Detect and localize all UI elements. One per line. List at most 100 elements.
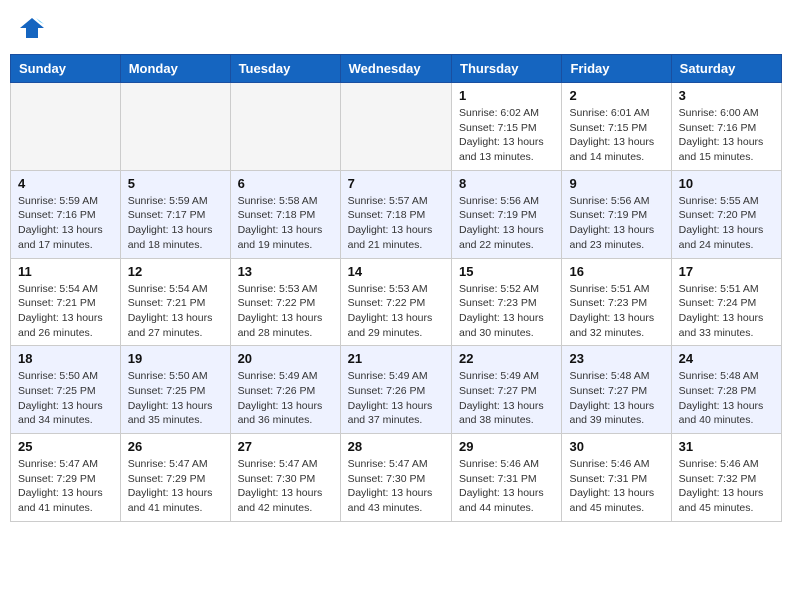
day-number: 3	[679, 88, 774, 103]
logo-icon	[18, 14, 46, 42]
day-number: 19	[128, 351, 223, 366]
day-info: Sunrise: 5:51 AM Sunset: 7:23 PM Dayligh…	[569, 282, 663, 341]
day-number: 28	[348, 439, 444, 454]
day-number: 22	[459, 351, 554, 366]
calendar-cell: 22 Sunrise: 5:49 AM Sunset: 7:27 PM Dayli…	[452, 346, 562, 434]
day-info: Sunrise: 5:48 AM Sunset: 7:28 PM Dayligh…	[679, 369, 774, 428]
day-number: 16	[569, 264, 663, 279]
day-info: Sunrise: 5:57 AM Sunset: 7:18 PM Dayligh…	[348, 194, 444, 253]
day-info: Sunrise: 5:49 AM Sunset: 7:27 PM Dayligh…	[459, 369, 554, 428]
day-number: 24	[679, 351, 774, 366]
calendar-cell	[120, 83, 230, 171]
day-info: Sunrise: 5:52 AM Sunset: 7:23 PM Dayligh…	[459, 282, 554, 341]
calendar-cell: 10 Sunrise: 5:55 AM Sunset: 7:20 PM Dayli…	[671, 170, 781, 258]
day-info: Sunrise: 5:54 AM Sunset: 7:21 PM Dayligh…	[128, 282, 223, 341]
day-info: Sunrise: 5:46 AM Sunset: 7:31 PM Dayligh…	[459, 457, 554, 516]
day-info: Sunrise: 5:54 AM Sunset: 7:21 PM Dayligh…	[18, 282, 113, 341]
calendar-week-3: 11 Sunrise: 5:54 AM Sunset: 7:21 PM Dayli…	[11, 258, 782, 346]
weekday-header-monday: Monday	[120, 55, 230, 83]
calendar-week-4: 18 Sunrise: 5:50 AM Sunset: 7:25 PM Dayli…	[11, 346, 782, 434]
calendar-cell: 19 Sunrise: 5:50 AM Sunset: 7:25 PM Dayli…	[120, 346, 230, 434]
calendar-table: SundayMondayTuesdayWednesdayThursdayFrid…	[10, 54, 782, 522]
calendar-cell: 2 Sunrise: 6:01 AM Sunset: 7:15 PM Daylig…	[562, 83, 671, 171]
day-info: Sunrise: 5:47 AM Sunset: 7:30 PM Dayligh…	[348, 457, 444, 516]
day-info: Sunrise: 5:47 AM Sunset: 7:29 PM Dayligh…	[128, 457, 223, 516]
day-number: 25	[18, 439, 113, 454]
day-number: 6	[238, 176, 333, 191]
calendar-cell: 18 Sunrise: 5:50 AM Sunset: 7:25 PM Dayli…	[11, 346, 121, 434]
day-number: 29	[459, 439, 554, 454]
day-number: 4	[18, 176, 113, 191]
day-info: Sunrise: 5:51 AM Sunset: 7:24 PM Dayligh…	[679, 282, 774, 341]
day-info: Sunrise: 5:59 AM Sunset: 7:16 PM Dayligh…	[18, 194, 113, 253]
weekday-header-sunday: Sunday	[11, 55, 121, 83]
calendar-week-2: 4 Sunrise: 5:59 AM Sunset: 7:16 PM Daylig…	[11, 170, 782, 258]
calendar-cell: 25Sunrise: 5:47 AM Sunset: 7:29 PM Dayli…	[11, 434, 121, 522]
calendar-cell: 1Sunrise: 6:02 AM Sunset: 7:15 PM Daylig…	[452, 83, 562, 171]
calendar-cell: 29 Sunrise: 5:46 AM Sunset: 7:31 PM Dayli…	[452, 434, 562, 522]
calendar-cell: 11 Sunrise: 5:54 AM Sunset: 7:21 PM Dayli…	[11, 258, 121, 346]
day-info: Sunrise: 5:56 AM Sunset: 7:19 PM Dayligh…	[569, 194, 663, 253]
calendar-cell: 28 Sunrise: 5:47 AM Sunset: 7:30 PM Dayli…	[340, 434, 451, 522]
calendar-cell: 23 Sunrise: 5:48 AM Sunset: 7:27 PM Dayli…	[562, 346, 671, 434]
day-number: 18	[18, 351, 113, 366]
day-number: 5	[128, 176, 223, 191]
day-number: 1	[459, 88, 554, 103]
day-info: Sunrise: 5:50 AM Sunset: 7:25 PM Dayligh…	[18, 369, 113, 428]
weekday-header-friday: Friday	[562, 55, 671, 83]
day-number: 13	[238, 264, 333, 279]
weekday-header-row: SundayMondayTuesdayWednesdayThursdayFrid…	[11, 55, 782, 83]
day-number: 10	[679, 176, 774, 191]
day-number: 23	[569, 351, 663, 366]
day-number: 14	[348, 264, 444, 279]
day-info: Sunrise: 5:46 AM Sunset: 7:32 PM Dayligh…	[679, 457, 774, 516]
calendar-cell: 7 Sunrise: 5:57 AM Sunset: 7:18 PM Daylig…	[340, 170, 451, 258]
calendar-cell: 24 Sunrise: 5:48 AM Sunset: 7:28 PM Dayli…	[671, 346, 781, 434]
day-number: 11	[18, 264, 113, 279]
logo	[18, 14, 48, 42]
calendar-cell: 6 Sunrise: 5:58 AM Sunset: 7:18 PM Daylig…	[230, 170, 340, 258]
calendar-cell: 17 Sunrise: 5:51 AM Sunset: 7:24 PM Dayli…	[671, 258, 781, 346]
calendar-cell: 16 Sunrise: 5:51 AM Sunset: 7:23 PM Dayli…	[562, 258, 671, 346]
day-number: 20	[238, 351, 333, 366]
calendar-cell: 3 Sunrise: 6:00 AM Sunset: 7:16 PM Daylig…	[671, 83, 781, 171]
day-number: 26	[128, 439, 223, 454]
day-info: Sunrise: 5:50 AM Sunset: 7:25 PM Dayligh…	[128, 369, 223, 428]
day-number: 7	[348, 176, 444, 191]
weekday-header-tuesday: Tuesday	[230, 55, 340, 83]
day-number: 15	[459, 264, 554, 279]
calendar-cell: 26 Sunrise: 5:47 AM Sunset: 7:29 PM Dayli…	[120, 434, 230, 522]
day-info: Sunrise: 6:00 AM Sunset: 7:16 PM Dayligh…	[679, 106, 774, 165]
day-number: 27	[238, 439, 333, 454]
day-info: Sunrise: 5:49 AM Sunset: 7:26 PM Dayligh…	[238, 369, 333, 428]
day-number: 9	[569, 176, 663, 191]
day-info: Sunrise: 5:53 AM Sunset: 7:22 PM Dayligh…	[348, 282, 444, 341]
day-info: Sunrise: 6:01 AM Sunset: 7:15 PM Dayligh…	[569, 106, 663, 165]
weekday-header-saturday: Saturday	[671, 55, 781, 83]
day-number: 12	[128, 264, 223, 279]
calendar-cell: 12 Sunrise: 5:54 AM Sunset: 7:21 PM Dayli…	[120, 258, 230, 346]
calendar-cell: 15 Sunrise: 5:52 AM Sunset: 7:23 PM Dayli…	[452, 258, 562, 346]
day-info: Sunrise: 5:47 AM Sunset: 7:30 PM Dayligh…	[238, 457, 333, 516]
day-info: Sunrise: 5:49 AM Sunset: 7:26 PM Dayligh…	[348, 369, 444, 428]
calendar-week-1: 1Sunrise: 6:02 AM Sunset: 7:15 PM Daylig…	[11, 83, 782, 171]
calendar-cell: 21 Sunrise: 5:49 AM Sunset: 7:26 PM Dayli…	[340, 346, 451, 434]
day-number: 2	[569, 88, 663, 103]
page-header	[10, 10, 782, 46]
day-info: Sunrise: 5:55 AM Sunset: 7:20 PM Dayligh…	[679, 194, 774, 253]
calendar-week-5: 25 Sunrise: 5:47 AM Sunset: 7:29 PM Dayli…	[11, 434, 782, 522]
calendar-cell	[11, 83, 121, 171]
day-info: Sunrise: 5:48 AM Sunset: 7:27 PM Dayligh…	[569, 369, 663, 428]
day-number: 21	[348, 351, 444, 366]
calendar-cell: 20 Sunrise: 5:49 AM Sunset: 7:26 PM Dayli…	[230, 346, 340, 434]
calendar-cell: 27 Sunrise: 5:47 AM Sunset: 7:30 PM Dayli…	[230, 434, 340, 522]
calendar-cell: 14 Sunrise: 5:53 AM Sunset: 7:22 PM Dayli…	[340, 258, 451, 346]
day-number: 30	[569, 439, 663, 454]
weekday-header-wednesday: Wednesday	[340, 55, 451, 83]
day-info: Sunrise: 5:53 AM Sunset: 7:22 PM Dayligh…	[238, 282, 333, 341]
day-info: Sunrise: 5:58 AM Sunset: 7:18 PM Dayligh…	[238, 194, 333, 253]
day-number: 17	[679, 264, 774, 279]
calendar-cell: 31Sunrise: 5:46 AM Sunset: 7:32 PM Dayli…	[671, 434, 781, 522]
calendar-cell	[340, 83, 451, 171]
calendar-cell	[230, 83, 340, 171]
